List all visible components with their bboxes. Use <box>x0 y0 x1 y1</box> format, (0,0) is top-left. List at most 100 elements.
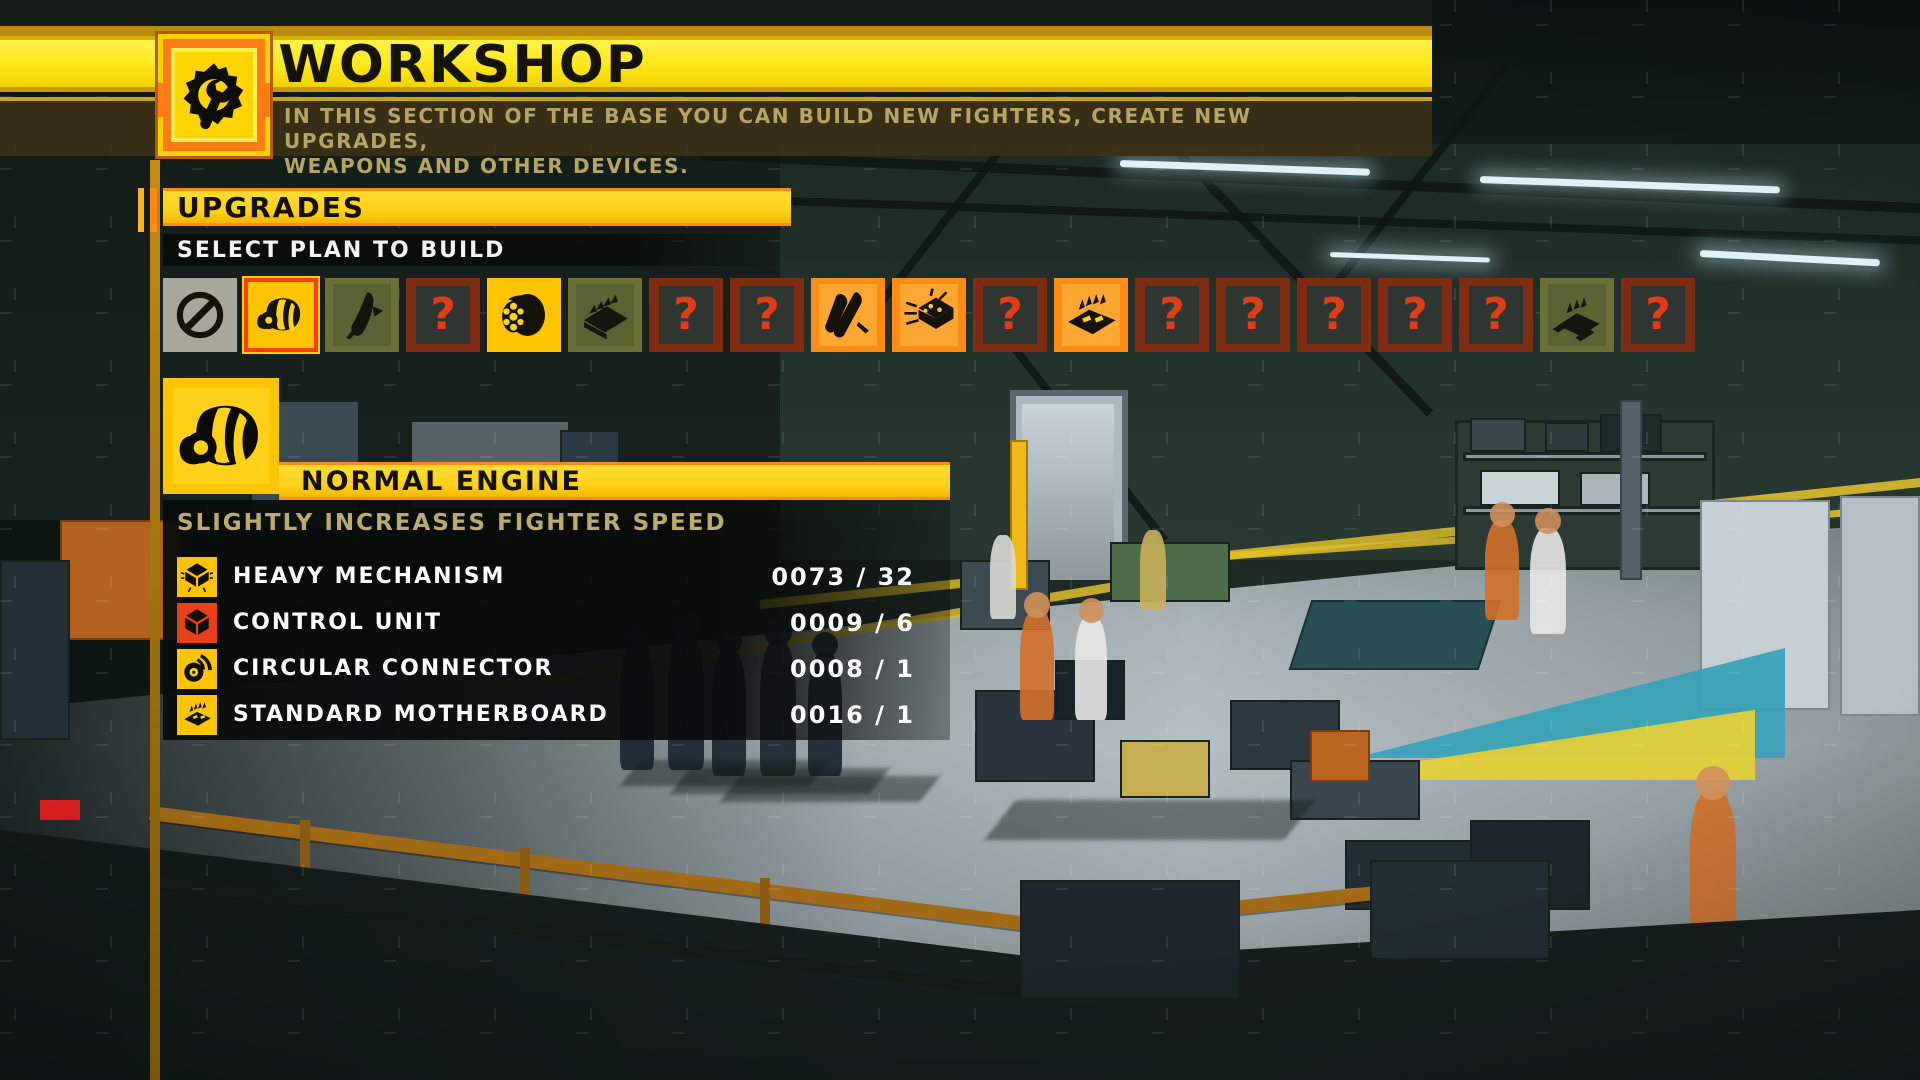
standard-motherboard-icon <box>177 694 217 735</box>
missile-icon <box>825 292 869 338</box>
plan-slot-18-unknown[interactable]: ? <box>1621 278 1695 352</box>
material-separator: / <box>875 608 886 637</box>
question-mark-icon: ? <box>1159 289 1185 340</box>
locked-slot-inner: ? <box>659 286 713 344</box>
plan-slot-15-unknown[interactable]: ? <box>1378 278 1452 352</box>
worker-head <box>1535 508 1561 534</box>
worker-head <box>1024 592 1050 618</box>
page-header: WORKSHOP IN THIS SECTION OF THE BASE YOU… <box>0 0 1432 178</box>
plan-slot-14-unknown[interactable]: ? <box>1297 278 1371 352</box>
aircraft-body <box>1288 600 1502 670</box>
material-need: 6 <box>896 608 915 637</box>
locked-slot-inner: ? <box>1226 286 1280 344</box>
material-counts: 0008 / 1 <box>790 655 915 683</box>
booster-icon <box>346 292 383 340</box>
section-title: UPGRADES <box>177 190 366 224</box>
door <box>1022 404 1114 580</box>
plan-slot-16-unknown[interactable]: ? <box>1459 278 1533 352</box>
plan-detail-title-bar: NORMAL ENGINE <box>279 462 950 500</box>
locker <box>1840 496 1920 716</box>
ammo-box <box>1110 542 1230 602</box>
plan-slot-4-turbine[interactable] <box>487 278 561 352</box>
turbine-icon <box>502 294 545 336</box>
material-row: HEAVY MECHANISM 0073 / 32 <box>177 554 937 599</box>
locked-slot-inner: ? <box>983 286 1037 344</box>
console <box>1370 860 1550 960</box>
page-description: IN THIS SECTION OF THE BASE YOU CAN BUIL… <box>284 104 1404 179</box>
plan-slot-12-unknown[interactable]: ? <box>1135 278 1209 352</box>
material-name: STANDARD MOTHERBOARD <box>233 702 609 727</box>
plan-slot-6-unknown[interactable]: ? <box>649 278 723 352</box>
material-row: STANDARD MOTHERBOARD 0016 / 1 <box>177 692 937 737</box>
plan-slot-17-circuit-module[interactable] <box>1540 278 1614 352</box>
worker <box>990 535 1016 619</box>
plan-slot-1-engine[interactable] <box>244 278 318 352</box>
plan-slot-inner <box>900 284 958 346</box>
plan-slot-inner <box>1548 284 1606 346</box>
workshop-icon-frame <box>158 34 270 156</box>
worker <box>1530 528 1566 634</box>
plan-slot-2-booster[interactable] <box>325 278 399 352</box>
worker <box>1075 616 1107 720</box>
question-mark-icon: ? <box>1645 289 1671 340</box>
section-header: UPGRADES <box>138 188 791 232</box>
machine <box>0 560 70 740</box>
plan-slot-3-unknown[interactable]: ? <box>406 278 480 352</box>
material-counts: 0016 / 1 <box>790 701 915 729</box>
page-description-line1: IN THIS SECTION OF THE BASE YOU CAN BUIL… <box>284 104 1252 153</box>
question-mark-icon: ? <box>1240 289 1266 340</box>
plan-slot-13-unknown[interactable]: ? <box>1216 278 1290 352</box>
plan-detail-icon-inner <box>173 388 269 484</box>
shadow <box>984 800 1316 840</box>
heavy-mechanism-icon <box>177 556 217 597</box>
plan-list[interactable]: ?????????? <box>163 278 1695 352</box>
engine-icon <box>257 298 301 333</box>
plan-slot-10-unknown[interactable]: ? <box>973 278 1047 352</box>
plan-detail-panel: NORMAL ENGINE SLIGHTLY INCREASES FIGHTER… <box>163 378 950 740</box>
material-requirement-list: HEAVY MECHANISM 0073 / 32 CONTROL UNIT 0009… <box>177 554 937 738</box>
material-separator: / <box>875 654 886 683</box>
material-counts: 0073 / 32 <box>771 563 915 591</box>
material-row: CONTROL UNIT 0009 / 6 <box>177 600 937 645</box>
material-need: 1 <box>896 654 915 683</box>
question-mark-icon: ? <box>997 289 1023 340</box>
material-have: 0073 <box>771 562 847 591</box>
locked-slot-inner: ? <box>1388 286 1442 344</box>
worker <box>1690 790 1736 930</box>
material-name: CIRCULAR CONNECTOR <box>233 656 554 681</box>
worker-head <box>1079 598 1104 623</box>
crate <box>1480 470 1560 506</box>
plan-slot-inner <box>333 284 391 346</box>
circuit-module-icon <box>1552 297 1600 342</box>
pillar <box>1620 400 1642 580</box>
plan-slot-8-missile[interactable] <box>811 278 885 352</box>
question-mark-icon: ? <box>673 289 699 340</box>
plan-slot-11-circuit-board[interactable] <box>1054 278 1128 352</box>
standard-motherboard-icon <box>184 701 211 726</box>
console <box>1020 880 1240 1000</box>
control-unit-icon <box>177 602 217 643</box>
plan-detail-title: NORMAL ENGINE <box>301 465 582 497</box>
engine-icon <box>179 405 258 470</box>
plan-slot-inner <box>819 284 877 346</box>
section-subtitle: SELECT PLAN TO BUILD <box>177 237 506 263</box>
locked-slot-inner: ? <box>1307 286 1361 344</box>
page-description-line2: WEAPONS AND OTHER DEVICES. <box>284 154 690 178</box>
plan-slot-7-unknown[interactable]: ? <box>730 278 804 352</box>
plan-slot-0-no-entry[interactable] <box>163 278 237 352</box>
armor-plate-icon <box>584 294 628 340</box>
plan-slot-9-chip[interactable] <box>892 278 966 352</box>
locked-slot-inner: ? <box>1469 286 1523 344</box>
crate <box>1120 740 1210 798</box>
question-mark-icon: ? <box>430 289 456 340</box>
worker <box>1140 530 1166 610</box>
chip-icon <box>904 288 954 329</box>
crate <box>1310 730 1370 782</box>
worker <box>1020 610 1054 720</box>
material-separator: / <box>856 562 868 591</box>
crate <box>1470 418 1526 452</box>
plan-slot-5-armor-plate[interactable] <box>568 278 642 352</box>
machine <box>60 520 180 640</box>
material-have: 0009 <box>790 608 865 637</box>
worker-head <box>1696 766 1730 800</box>
